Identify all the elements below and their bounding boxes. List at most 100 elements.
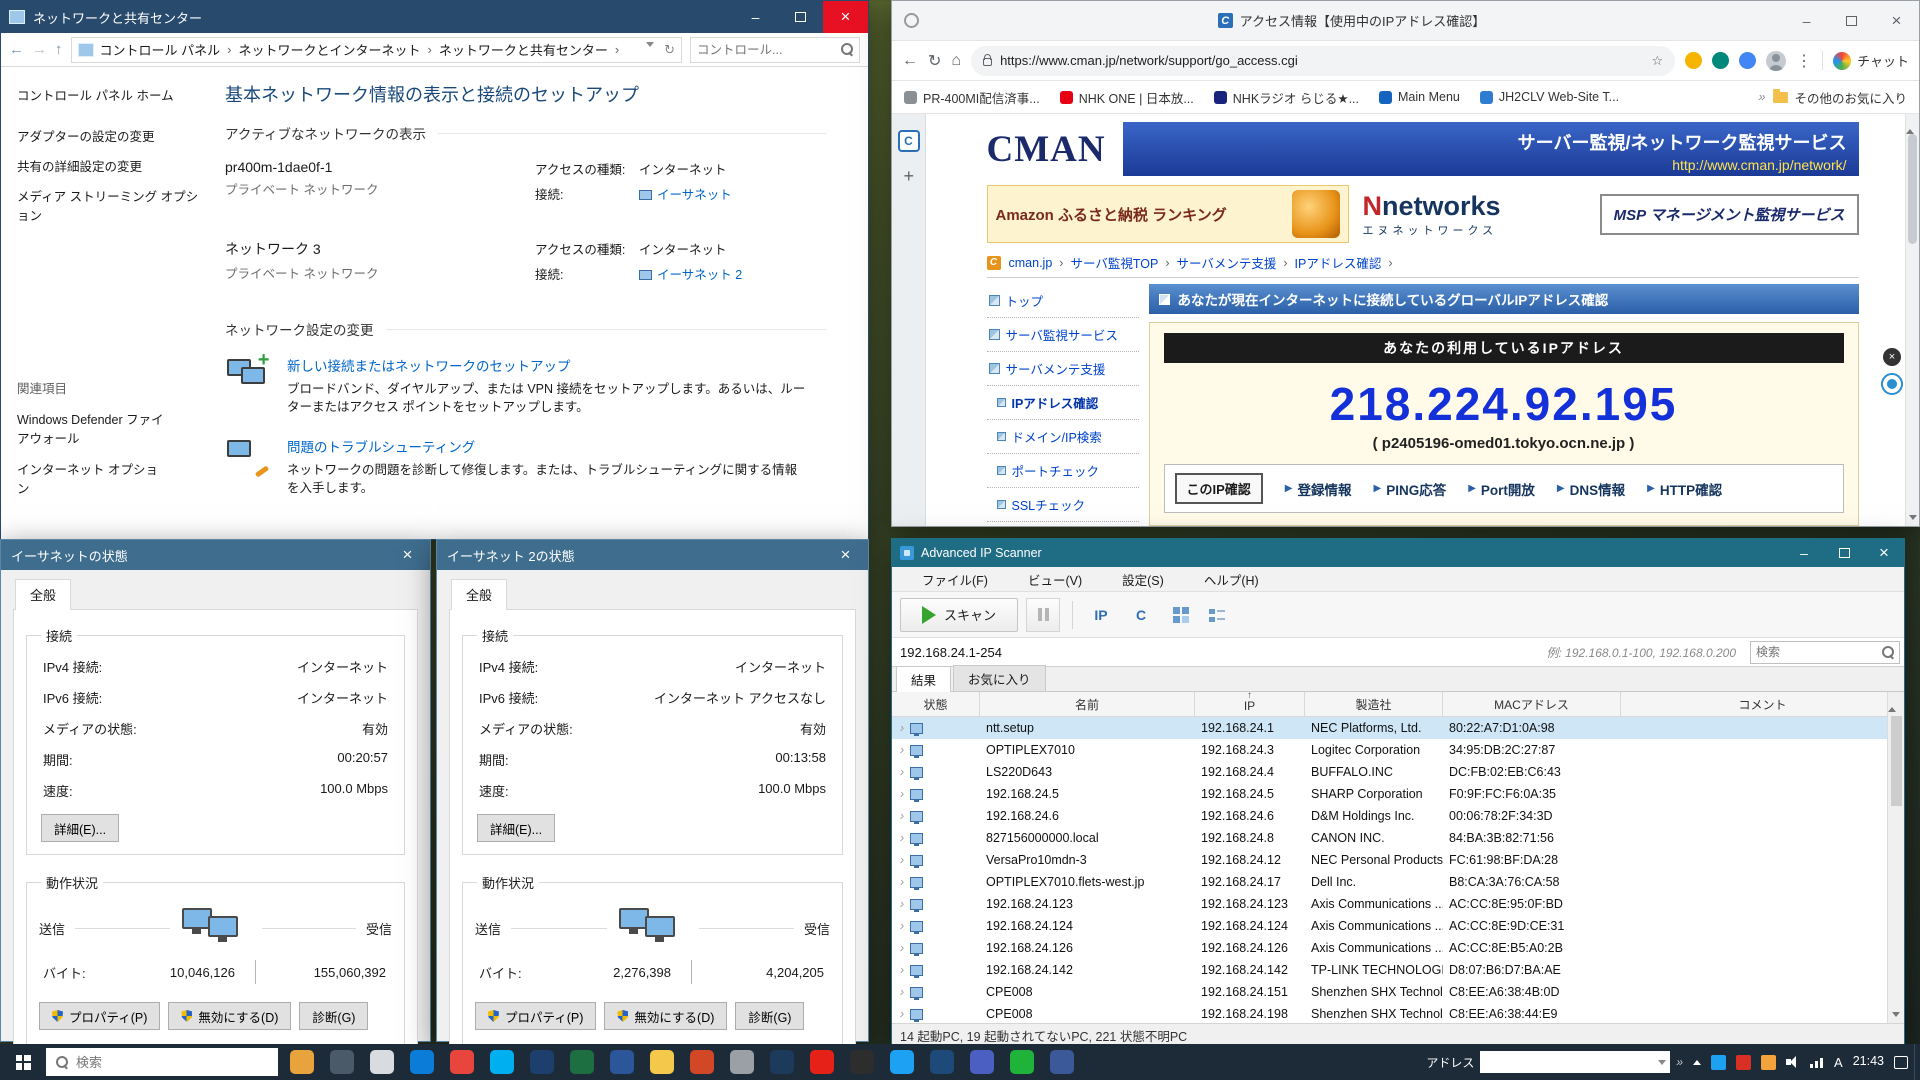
refresh-icon[interactable] (664, 42, 675, 58)
taskbar-app-icon[interactable] (882, 1044, 922, 1080)
bookmarks-overflow-icon[interactable] (1759, 90, 1766, 104)
action-center-icon[interactable] (1894, 1056, 1908, 1069)
expand-icon[interactable] (900, 743, 904, 757)
details-button[interactable]: 詳細(E)... (477, 814, 555, 842)
menu-item[interactable]: 設定(S) (1102, 570, 1184, 589)
ad-banner[interactable]: Amazon ふるさと納税 ランキング (987, 185, 1349, 243)
breadcrumb[interactable]: コントロール パネルネットワークとインターネットネットワークと共有センター (71, 37, 683, 63)
pause-button[interactable] (1026, 598, 1060, 632)
cman-logo[interactable]: CMAN (987, 128, 1113, 171)
table-scrollbar[interactable] (1887, 692, 1904, 1023)
column-ip[interactable]: IP (1195, 692, 1305, 716)
list-view-icon[interactable] (1209, 607, 1225, 623)
tab-general[interactable]: 全般 (451, 579, 507, 610)
ip-action-button[interactable]: ▶ 登録情報 (1285, 479, 1352, 499)
taskbar-app-icon[interactable] (682, 1044, 722, 1080)
home-button[interactable] (951, 52, 961, 70)
diagnose-button[interactable]: 診断(G) (299, 1002, 368, 1030)
nnetworks-logo[interactable]: Nnetworks エヌネットワークス (1363, 191, 1501, 238)
scan-result-row[interactable]: 192.168.24.5 192.168.24.5 SHARP Corporat… (892, 783, 1904, 805)
chevrons-icon[interactable] (1676, 1055, 1683, 1069)
menu-item[interactable]: ファイル(F) (902, 570, 1008, 589)
ip-action-button[interactable]: ▶ PING応答 (1374, 479, 1447, 499)
tray-app-icon-red[interactable] (1736, 1055, 1751, 1070)
scan-result-row[interactable]: ntt.setup 192.168.24.1 NEC Platforms, Lt… (892, 717, 1904, 739)
maximize-button[interactable] (778, 1, 823, 33)
menu-item[interactable]: ビュー(V) (1008, 570, 1102, 589)
scan-result-row[interactable]: 192.168.24.123 192.168.24.123 Axis Commu… (892, 893, 1904, 915)
column-name[interactable]: 名前 (980, 692, 1195, 716)
extension-icon-1[interactable] (1685, 52, 1702, 69)
menu-sub-item[interactable]: IPアドレス確認 (987, 386, 1139, 420)
menu-sub-item[interactable]: ポートチェック (987, 454, 1139, 488)
breadcrumb-link[interactable]: サーバ監視TOP (1070, 253, 1176, 272)
close-button[interactable] (385, 540, 430, 570)
subnet-class-button[interactable]: C (1125, 598, 1157, 632)
extension-icon-3[interactable] (1739, 52, 1756, 69)
scan-result-row[interactable]: LS220D643 192.168.24.4 BUFFALO.INC DC:FB… (892, 761, 1904, 783)
menu-sub-item[interactable]: ドメイン/IP検索 (987, 420, 1139, 454)
taskbar-app-icon[interactable] (962, 1044, 1002, 1080)
column-mac[interactable]: MACアドレス (1443, 692, 1621, 716)
expand-icon[interactable] (900, 1007, 904, 1021)
expand-icon[interactable] (900, 809, 904, 823)
back-button[interactable] (902, 52, 918, 70)
ip-details-button[interactable]: IP (1085, 598, 1117, 632)
setup-connection-link[interactable]: 新しい接続またはネットワークのセットアップ (287, 355, 807, 375)
up-button[interactable] (55, 41, 63, 58)
details-button[interactable]: 詳細(E)... (41, 814, 119, 842)
scan-result-row[interactable]: OPTIPLEX7010 192.168.24.3 Logitec Corpor… (892, 739, 1904, 761)
taskbar-app-icon[interactable] (482, 1044, 522, 1080)
scan-result-row[interactable]: CPE008 192.168.24.198 Shenzhen SHX Techn… (892, 1003, 1904, 1023)
start-button[interactable] (0, 1044, 46, 1080)
scan-result-row[interactable]: 192.168.24.126 192.168.24.126 Axis Commu… (892, 937, 1904, 959)
scan-result-row[interactable]: VersaPro10mdn-3 192.168.24.12 NEC Person… (892, 849, 1904, 871)
menu-item[interactable]: トップ (987, 284, 1139, 318)
ip-range-input[interactable] (892, 645, 1547, 660)
bookmark-star-icon[interactable] (1651, 53, 1663, 69)
taskbar-app-icon[interactable] (842, 1044, 882, 1080)
properties-button[interactable]: プロパティ(P) (39, 1002, 160, 1030)
widget-app-icon[interactable] (1881, 373, 1903, 395)
disable-button[interactable]: 無効にする(D) (168, 1002, 291, 1030)
taskbar-app-icon[interactable] (362, 1044, 402, 1080)
back-button[interactable] (9, 41, 24, 58)
bookmark-item[interactable]: NHK ONE | 日本放... (1060, 88, 1194, 107)
expand-icon[interactable] (900, 963, 904, 977)
scan-button[interactable]: スキャン (900, 598, 1018, 632)
taskbar-app-icon[interactable] (1042, 1044, 1082, 1080)
breadcrumb-link[interactable]: サーバメンテ支援 (1176, 253, 1294, 272)
dialog-titlebar[interactable]: イーサネット 2の状態 (437, 540, 868, 570)
chat-button[interactable]: チャット (1822, 51, 1909, 70)
explorer-search-input[interactable] (697, 43, 841, 57)
scrollbar-thumb[interactable] (1908, 134, 1917, 244)
profile-avatar[interactable] (1766, 51, 1786, 71)
ip-action-button[interactable]: ▶ Port開放 (1468, 479, 1535, 499)
scroll-up-icon[interactable] (1888, 692, 1896, 712)
page-scrollbar[interactable] (1905, 114, 1919, 526)
scanner-titlebar[interactable]: Advanced IP Scanner (892, 539, 1904, 567)
close-button[interactable] (1874, 1, 1919, 40)
network-center-titlebar[interactable]: ネットワークと共有センター (1, 1, 868, 33)
other-favorites[interactable]: その他のお気に入り (1773, 88, 1907, 107)
breadcrumb-link[interactable]: cman.jp (1009, 256, 1071, 270)
expand-icon[interactable] (900, 919, 904, 933)
dialog-titlebar[interactable]: イーサネットの状態 (1, 540, 430, 570)
connection-link[interactable]: イーサネット (657, 184, 732, 203)
taskbar-app-icon[interactable] (802, 1044, 842, 1080)
taskbar-app-icon[interactable] (762, 1044, 802, 1080)
minimize-button[interactable] (733, 1, 778, 33)
vertical-tab-active[interactable]: C (898, 130, 920, 152)
widget-close-icon[interactable]: × (1881, 346, 1903, 368)
tab-favorites[interactable]: お気に入り (953, 665, 1046, 691)
tab-results[interactable]: 結果 (896, 666, 951, 692)
taskbar-app-icon[interactable] (402, 1044, 442, 1080)
connection-link[interactable]: イーサネット 2 (657, 264, 742, 283)
troubleshoot-link[interactable]: 問題のトラブルシューティング (287, 436, 807, 456)
scroll-down-icon[interactable] (1909, 515, 1917, 520)
scanner-search-input[interactable] (1756, 645, 1882, 659)
taskbar-search[interactable] (46, 1048, 278, 1076)
expand-icon[interactable] (900, 721, 904, 735)
reload-button[interactable] (928, 51, 941, 71)
explorer-search[interactable] (690, 37, 860, 63)
